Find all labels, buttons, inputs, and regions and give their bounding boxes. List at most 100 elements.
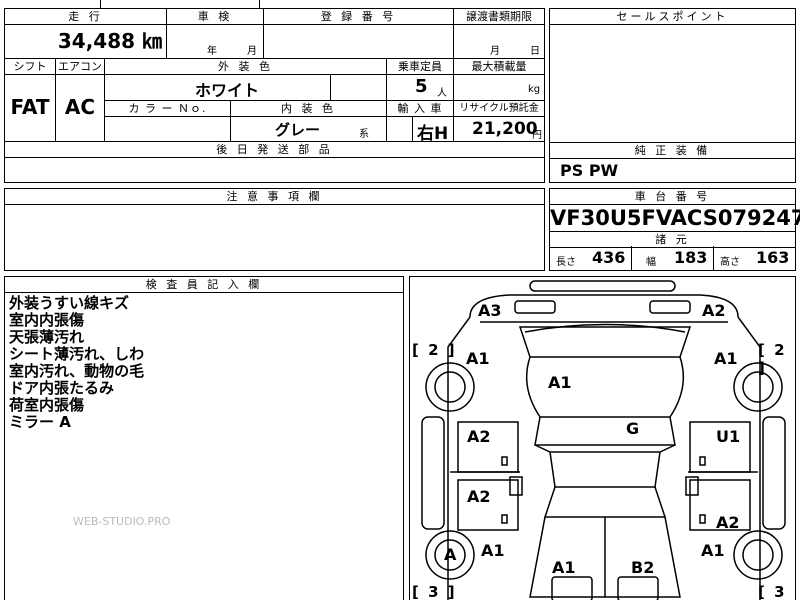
specs-divider-2 [713,246,714,270]
inspection-box: 車 検 年 月 [166,8,264,59]
aircon-value: AC [64,95,96,119]
left-skirt [421,416,445,530]
selling-points-label: セールスポイント [550,9,795,25]
center-pillar [534,416,676,446]
mileage-label: 走 行 [5,9,166,25]
chassis-box: 車 台 番 号 VF30U5FVACS079247 諸 元 長さ 436 幅 1… [549,188,800,271]
windshield-top [534,444,676,453]
recycle-value: 21,200 [472,119,538,139]
inspection-year: 年 [207,46,217,57]
mark-hood-right: B2 [631,558,655,577]
inspection-month: 月 [247,46,257,57]
capacity-value: 5 [415,76,428,97]
capacity-label: 乗車定員 [387,59,453,75]
mark-rear-bumper-right: A2 [702,301,726,320]
mark-rear-left-door: A2 [467,427,491,446]
specs-row: 長さ 436 幅 183 高さ 163 [550,246,795,270]
right-body-line [737,316,761,600]
mark-hood-left: A1 [552,558,576,577]
watermark: WEB-STUDIO.PRO [73,515,171,528]
height-value: 163 [756,248,790,267]
recycle-label: リサイクル預託金 [454,101,544,117]
inspector-lines: 外装うすい線キズ 室内内張傷 天張薄汚れ シート薄汚れ、しわ 室内汚れ、動物の毛… [5,293,403,433]
ext-color-cell: 外 装 色 ホワイト [105,59,387,101]
vehicle-spec-block: シフト FAT エアコン AC 外 装 色 ホワイト 乗車定員 5 人 最大積載… [4,58,545,144]
int-color-value: グレー [275,121,321,139]
rear-lamp-left [514,300,556,314]
notes-box: 注 意 事 項 欄 [4,188,545,271]
inspector-box: 検 査 員 記 入 欄 外装うすい線キズ 室内内張傷 天張薄汚れ シート薄汚れ、… [4,276,404,600]
inspection-label: 車 検 [167,9,263,25]
max-load-label: 最大積載量 [454,59,544,75]
notes-label: 注 意 事 項 欄 [5,189,544,205]
equipment-value: PS PW [560,161,619,180]
front-left-handle [501,514,508,524]
chassis-label: 車 台 番 号 [550,189,795,205]
chassis-value: VF30U5FVACS079247 [550,206,800,232]
specs-divider-1 [631,246,632,270]
front-right-handle [699,514,706,524]
inspector-line: 天張薄汚れ [9,328,85,346]
selling-points-box: セールスポイント [549,8,796,143]
rear-outline [469,294,739,318]
width-label: 幅 [646,257,656,268]
inspector-line: ドア内張たるみ [9,379,115,397]
import-cell: 輸 入 車 右H [387,101,454,144]
bracket-tire-rear-left: [ 2 ] [412,341,457,359]
registration-box: 登 録 番 号 [263,8,454,59]
shift-cell: シフト FAT [5,59,56,141]
recycle-unit: 円 [532,130,542,141]
rear-bumper-bar [529,280,676,292]
inspector-line: ミラー A [9,413,71,431]
inspector-line: 荷室内張傷 [9,396,85,414]
import-divider [412,116,413,141]
equipment-label: 純 正 装 備 [550,143,795,159]
equipment-box: 純 正 装 備 PS PW [549,142,796,183]
bracket-tire-rear-right: [ 2 ] [758,341,787,377]
mark-rear-right-quarter: A1 [714,349,738,368]
rear-left-handle [501,456,508,466]
aircon-label: エアコン [56,59,104,75]
mark-front-left-wheel: A [444,545,457,564]
capacity-unit: 人 [437,88,447,99]
mark-rear-bumper-left: A3 [478,301,502,320]
bracket-tire-front-left: [ 3 ] [412,583,457,600]
rear-lamp-right [649,300,691,314]
mark-front-right-fender: A1 [701,541,725,560]
mark-rear-right-door: U1 [716,427,741,446]
ext-color-divider [330,74,331,100]
ext-color-value: ホワイト [195,81,260,100]
int-color-cell: 内 装 色 グレー 系 [231,101,387,141]
color-no-label: カ ラ ー Ｎｏ. [105,101,230,117]
bracket-tire-front-right: [ 3 ] [758,583,787,600]
front-right-wheel [733,530,783,580]
transfer-day: 日 [530,46,540,57]
cowl [543,486,667,518]
length-label: 長さ [556,257,576,268]
mark-front-right-door: A2 [716,513,740,532]
mark-center-glass: G [626,419,640,438]
right-skirt [762,416,786,530]
width-value: 183 [674,248,708,267]
mark-rear-left-quarter: A1 [466,349,490,368]
front-right-wheel-hub [742,539,774,571]
transfer-label: 譲渡書類期限 [454,9,544,25]
registration-label: 登 録 番 号 [264,9,453,25]
color-no-cell: カ ラ ー Ｎｏ. [105,101,231,141]
rear-window [518,326,692,358]
inspector-line: 外装うすい線キズ [9,294,130,312]
later-parts-label: 後 日 発 送 部 品 [5,142,544,158]
int-color-label: 内 装 色 [231,101,386,117]
import-label: 輸 入 車 [387,101,453,117]
rear-left-wheel [425,362,475,412]
recycle-cell: リサイクル預託金 21,200 円 [454,101,544,141]
mark-front-left-door: A2 [467,487,491,506]
mark-front-left-fender: A1 [481,541,505,560]
mark-roof: A1 [548,373,572,392]
rear-left-wheel-hub [434,371,466,403]
int-color-suffix: 系 [359,129,369,140]
car-diagram-box: A3 A2 A1 A1 A1 A2 U1 G A2 A2 A A1 A1 A1 … [409,276,796,600]
aircon-cell: エアコン AC [56,59,105,141]
ext-color-label: 外 装 色 [105,59,386,75]
shift-value: FAT [10,95,50,119]
